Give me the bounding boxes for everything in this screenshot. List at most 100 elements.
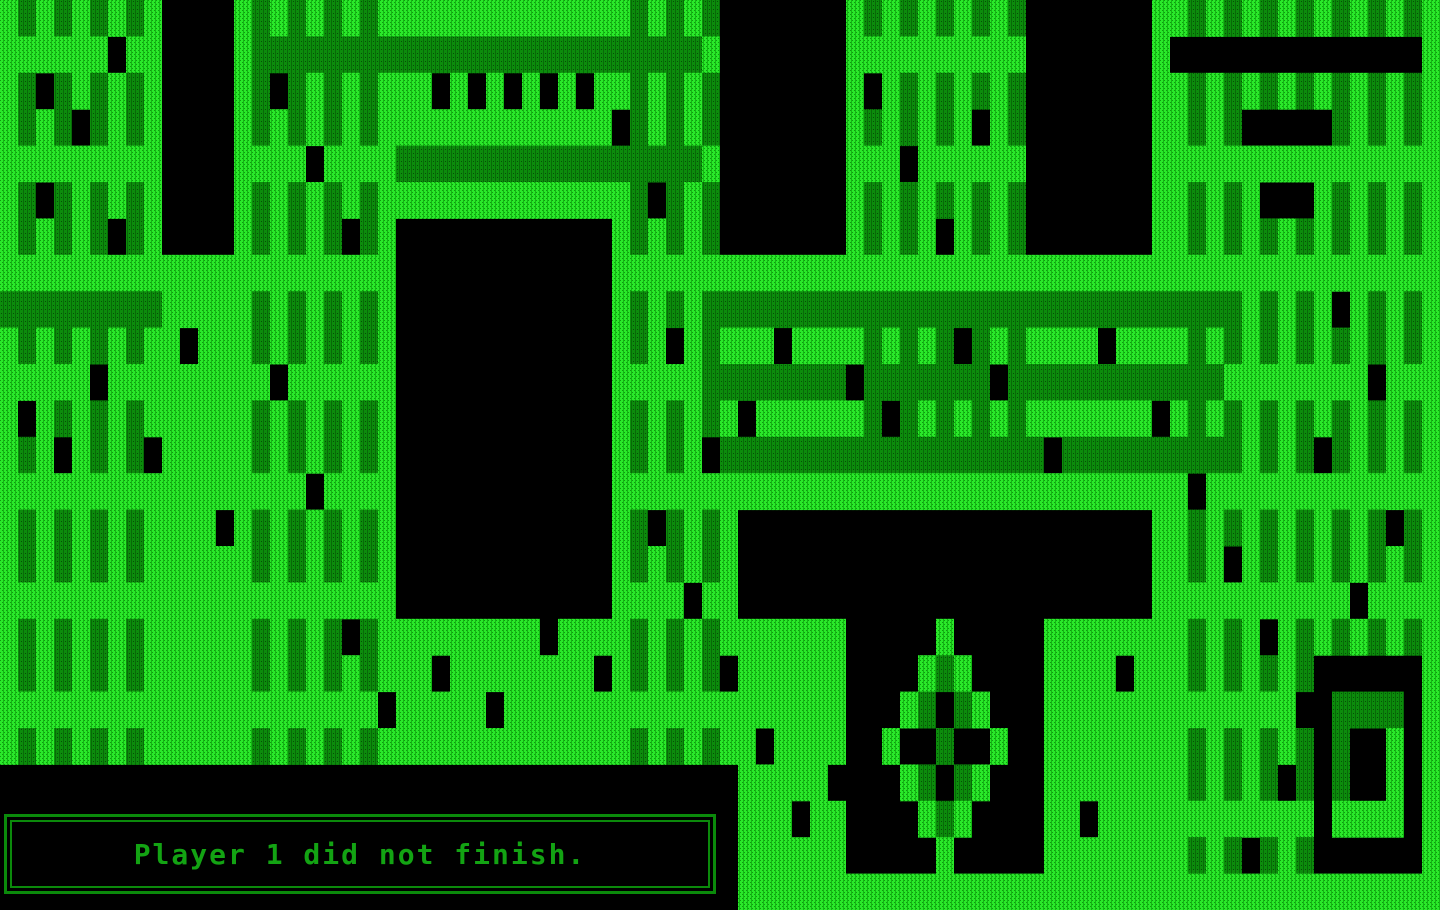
maze-wall-bright [1296,873,1314,910]
maze-wall-bright [864,473,882,511]
maze-wall-bright [558,109,576,147]
maze-wall-dark [540,36,558,74]
maze-wall-bright [612,72,630,110]
maze-wall-dark [90,618,108,656]
maze-wall-bright [1134,473,1152,511]
maze-wall-bright [126,36,144,74]
maze-wall-dark [288,436,306,474]
maze-wall-dark [1116,364,1134,401]
maze-wall-dark [324,182,342,219]
maze-wall-bright [738,254,756,292]
maze-wall-bright [306,728,324,765]
maze-wall-dark [630,728,648,765]
maze-wall-bright [180,473,198,511]
maze-wall-dark [288,72,306,110]
maze-wall-bright [648,72,666,110]
maze-wall-bright [270,145,288,183]
maze-wall-bright [1278,509,1296,547]
maze-wall-bright [0,0,18,37]
maze-wall-bright [666,691,684,729]
maze-wall-dark [954,764,972,802]
maze-wall-bright [756,837,774,875]
maze-wall-dark [936,800,954,838]
maze-wall-bright [72,364,90,401]
maze-wall-bright [1278,291,1296,329]
maze-wall-bright [144,473,162,511]
maze-wall-bright [918,0,936,37]
maze-wall-bright [144,546,162,583]
maze-wall-bright [1044,800,1062,838]
maze-wall-bright [846,473,864,511]
maze-wall-bright [1242,218,1260,256]
maze-wall-bright [324,364,342,401]
maze-wall-bright [612,291,630,329]
maze-wall-bright [1206,327,1224,365]
maze-wall-dark [1260,764,1278,802]
maze-wall-bright [1332,145,1350,183]
maze-wall-bright [378,182,396,219]
maze-wall-bright [1152,728,1170,765]
maze-wall-dark [666,728,684,765]
maze-wall-dark [738,364,756,401]
maze-wall-dark [936,400,954,438]
maze-wall-bright [1314,400,1332,438]
maze-wall-dark [252,655,270,693]
maze-wall-bright [54,691,72,729]
maze-wall-bright [396,72,414,110]
maze-wall-bright [630,364,648,401]
maze-wall-bright [378,327,396,365]
maze-wall-bright [1116,728,1134,765]
maze-wall-bright [1278,618,1296,656]
maze-wall-bright [666,254,684,292]
maze-wall-bright [684,509,702,547]
maze-wall-bright [126,145,144,183]
maze-wall-bright [1170,691,1188,729]
maze-wall-bright [756,655,774,693]
maze-wall-dark [1008,364,1026,401]
maze-wall-dark [1296,546,1314,583]
maze-wall-bright [234,218,252,256]
maze-wall-dark [324,327,342,365]
maze-wall-dark [810,291,828,329]
maze-wall-bright [900,691,918,729]
maze-wall-bright [1008,254,1026,292]
maze-wall-bright [594,0,612,37]
maze-wall-bright [1224,800,1242,838]
maze-wall-bright [1386,218,1404,256]
maze-wall-bright [108,655,126,693]
maze-wall-bright [1008,473,1026,511]
maze-wall-bright [1242,764,1260,802]
maze-wall-bright [378,145,396,183]
maze-wall-bright [36,0,54,37]
maze-wall-bright [1026,400,1044,438]
maze-wall-bright [18,691,36,729]
maze-wall-bright [1278,655,1296,693]
maze-wall-bright [198,655,216,693]
maze-wall-bright [180,254,198,292]
maze-wall-dark [18,291,36,329]
maze-wall-bright [234,400,252,438]
maze-wall-bright [792,691,810,729]
maze-wall-bright [1116,327,1134,365]
maze-wall-dark [1224,618,1242,656]
maze-wall-bright [648,0,666,37]
maze-wall-bright [1152,72,1170,110]
maze-wall-bright [108,254,126,292]
maze-wall-bright [108,618,126,656]
maze-wall-bright [1152,218,1170,256]
maze-wall-bright [1062,473,1080,511]
maze-wall-bright [486,655,504,693]
maze-wall-bright [1044,873,1062,910]
maze-wall-dark [1368,291,1386,329]
maze-wall-dark [324,618,342,656]
maze-wall-bright [180,364,198,401]
maze-wall-bright [162,473,180,511]
maze-wall-bright [486,182,504,219]
maze-wall-dark [1008,72,1026,110]
maze-wall-bright [306,182,324,219]
maze-wall-bright [1278,873,1296,910]
maze-wall-bright [1314,72,1332,110]
maze-wall-bright [558,655,576,693]
maze-wall-bright [1206,691,1224,729]
maze-wall-dark [1080,364,1098,401]
